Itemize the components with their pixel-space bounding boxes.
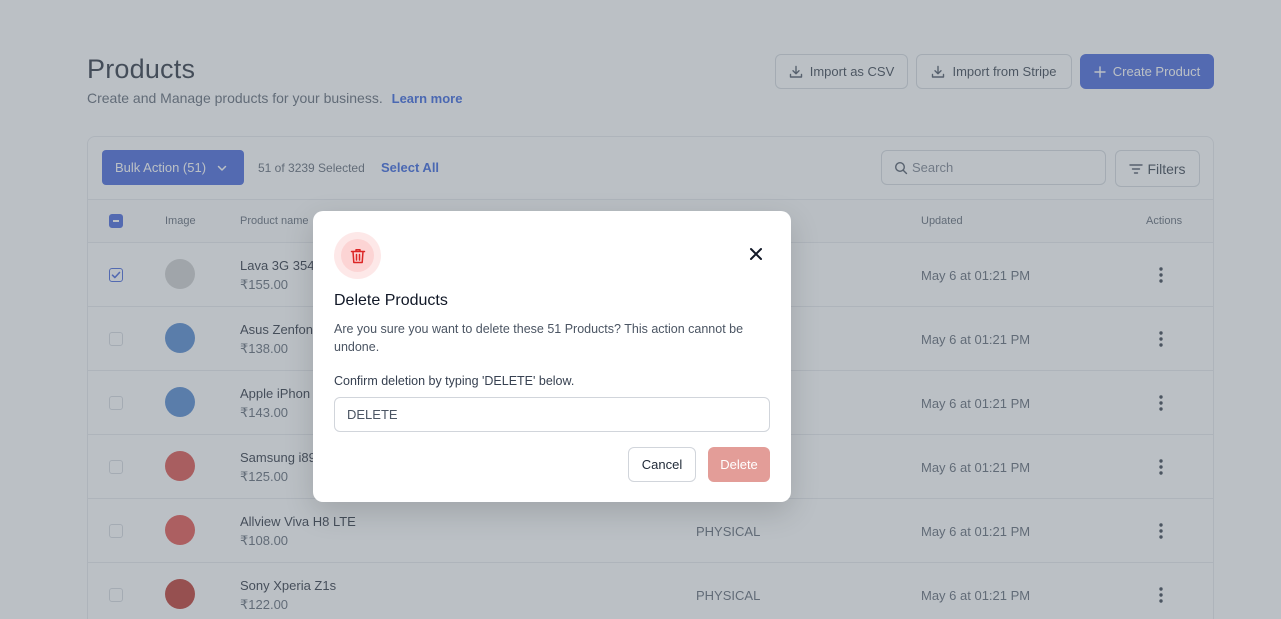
modal-description: Are you sure you want to delete these 51…	[334, 322, 744, 354]
trash-icon	[349, 247, 367, 265]
close-icon[interactable]	[746, 244, 766, 264]
trash-icon-badge	[334, 232, 381, 279]
confirm-label: Confirm deletion by typing 'DELETE' belo…	[334, 374, 575, 388]
delete-button[interactable]: Delete	[708, 447, 770, 482]
products-page: Products Create and Manage products for …	[0, 0, 1281, 619]
cancel-button[interactable]: Cancel	[628, 447, 696, 482]
modal-title: Delete Products	[334, 292, 448, 309]
delete-products-modal: Delete Products Are you sure you want to…	[313, 211, 791, 502]
confirm-delete-input[interactable]	[334, 397, 770, 432]
